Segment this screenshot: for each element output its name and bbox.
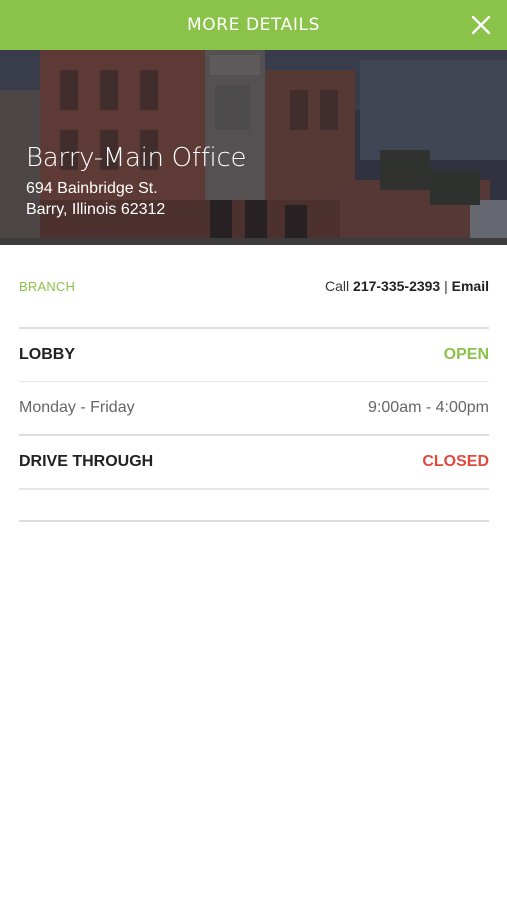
- lobby-title: LOBBY: [19, 346, 75, 363]
- page-title: MORE DETAILS: [186, 15, 320, 35]
- close-button[interactable]: [469, 13, 493, 37]
- contact-row: BRANCH Call 217-335-2393 | Email: [19, 245, 489, 329]
- address-line-2: Barry, Illinois 62312: [26, 201, 166, 218]
- branch-hero: Barry-Main Office 694 Bainbridge St. Bar…: [0, 50, 507, 245]
- branch-name: Barry-Main Office: [26, 143, 247, 173]
- address-line-1: 694 Bainbridge St.: [26, 180, 158, 197]
- email-link[interactable]: Email: [452, 278, 489, 294]
- call-label: Call: [325, 278, 350, 294]
- details-content: BRANCH Call 217-335-2393 | Email LOBBY O…: [19, 245, 489, 522]
- lobby-days: Monday - Friday: [19, 399, 135, 416]
- drive-through-status-badge: CLOSED: [422, 453, 489, 470]
- drive-through-hours-section: [19, 489, 489, 522]
- lobby-hours-row: Monday - Friday 9:00am - 4:00pm: [19, 382, 489, 436]
- contact-separator: |: [444, 278, 448, 294]
- lobby-time: 9:00am - 4:00pm: [368, 399, 489, 416]
- drive-through-title: DRIVE THROUGH: [19, 453, 154, 470]
- branch-type-label: BRANCH: [19, 278, 76, 294]
- top-bar: MORE DETAILS: [0, 0, 507, 50]
- lobby-hours-header: LOBBY OPEN: [19, 329, 489, 382]
- drive-through-hours-header: DRIVE THROUGH CLOSED: [19, 436, 489, 489]
- lobby-status-badge: OPEN: [443, 346, 489, 363]
- branch-info: Barry-Main Office 694 Bainbridge St. Bar…: [26, 142, 246, 220]
- contact-info: Call 217-335-2393 | Email: [325, 278, 489, 294]
- close-icon: [471, 15, 491, 35]
- phone-link[interactable]: 217-335-2393: [353, 278, 440, 294]
